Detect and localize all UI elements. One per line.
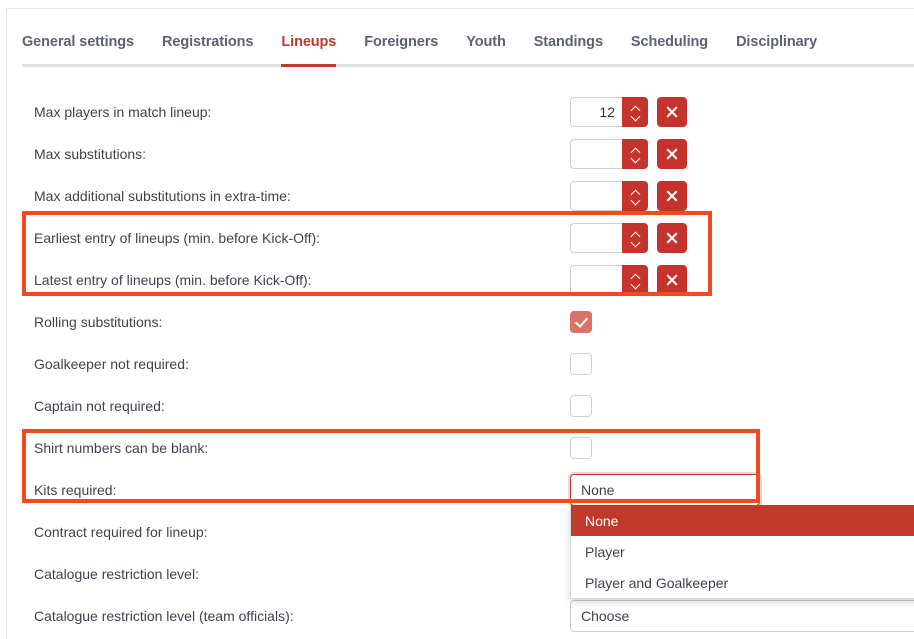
row-control <box>570 395 592 417</box>
row-control: Choose <box>570 600 914 632</box>
row-control <box>570 353 592 375</box>
checkbox[interactable] <box>570 311 592 333</box>
row-control <box>570 223 687 253</box>
tab-registrations[interactable]: Registrations <box>152 28 271 52</box>
number-input[interactable] <box>570 97 622 127</box>
clear-value-button[interactable] <box>657 223 687 253</box>
form-row: Max players in match lineup: <box>0 91 914 133</box>
clear-value-button[interactable] <box>657 265 687 295</box>
number-input[interactable] <box>570 139 622 169</box>
row-control <box>570 265 687 295</box>
row-label: Goalkeeper not required: <box>34 355 189 373</box>
tab-disciplinary[interactable]: Disciplinary <box>726 28 835 52</box>
chevron-up-icon[interactable] <box>631 232 640 237</box>
form-row: Earliest entry of lineups (min. before K… <box>0 217 914 259</box>
clear-value-button[interactable] <box>657 97 687 127</box>
number-spinner <box>570 181 648 211</box>
chevron-down-icon[interactable] <box>631 114 640 119</box>
form-row: Max additional substitutions in extra-ti… <box>0 175 914 217</box>
tab-foreigners[interactable]: Foreigners <box>354 28 456 52</box>
catalogue-restriction-officials-select[interactable]: Choose <box>570 600 914 632</box>
row-control <box>570 181 687 211</box>
tab-active-indicator <box>281 64 336 67</box>
number-spinner <box>570 223 648 253</box>
row-label: Max substitutions: <box>34 145 146 163</box>
checkbox[interactable] <box>570 353 592 375</box>
chevron-up-icon[interactable] <box>631 148 640 153</box>
tab-underline-track <box>22 64 914 67</box>
checkbox[interactable] <box>570 437 592 459</box>
row-label: Captain not required: <box>34 397 165 415</box>
form-row: Shirt numbers can be blank: <box>0 427 914 469</box>
kits-required-select[interactable]: None <box>570 474 760 506</box>
stepper-buttons[interactable] <box>622 223 648 253</box>
number-input[interactable] <box>570 223 622 253</box>
top-divider <box>6 8 914 9</box>
row-control <box>570 311 592 333</box>
chevron-down-icon[interactable] <box>631 198 640 203</box>
tab-lineups[interactable]: Lineups <box>271 28 354 52</box>
form-row: Rolling substitutions: <box>0 301 914 343</box>
stepper-buttons[interactable] <box>622 139 648 169</box>
row-control <box>570 97 687 127</box>
row-label: Max players in match lineup: <box>34 103 211 121</box>
chevron-up-icon[interactable] <box>631 106 640 111</box>
stepper-buttons[interactable] <box>622 181 648 211</box>
dropdown-option[interactable]: Player <box>571 536 914 567</box>
dropdown-option[interactable]: None <box>571 505 914 536</box>
tab-bar: General settingsRegistrationsLineupsFore… <box>22 28 914 72</box>
number-spinner <box>570 97 648 127</box>
number-input[interactable] <box>570 181 622 211</box>
form-row: Captain not required: <box>0 385 914 427</box>
tab-general-settings[interactable]: General settings <box>22 28 152 52</box>
row-label: Max additional substitutions in extra-ti… <box>34 187 291 205</box>
number-spinner <box>570 265 648 295</box>
row-label: Shirt numbers can be blank: <box>34 439 208 457</box>
settings-page: General settingsRegistrationsLineupsFore… <box>0 0 914 639</box>
checkbox[interactable] <box>570 395 592 417</box>
chevron-up-icon[interactable] <box>631 190 640 195</box>
clear-value-button[interactable] <box>657 181 687 211</box>
row-label: Catalogue restriction level (team offici… <box>34 607 294 625</box>
row-label: Earliest entry of lineups (min. before K… <box>34 229 320 247</box>
clear-value-button[interactable] <box>657 139 687 169</box>
row-label: Contract required for lineup: <box>34 523 208 541</box>
tab-scheduling[interactable]: Scheduling <box>621 28 726 52</box>
tab-youth[interactable]: Youth <box>456 28 524 52</box>
form-row: Latest entry of lineups (min. before Kic… <box>0 259 914 301</box>
row-control: None <box>570 474 760 506</box>
number-input[interactable] <box>570 265 622 295</box>
chevron-down-icon[interactable] <box>631 156 640 161</box>
row-control <box>570 437 592 459</box>
form-row: Max substitutions: <box>0 133 914 175</box>
stepper-buttons[interactable] <box>622 97 648 127</box>
row-label: Latest entry of lineups (min. before Kic… <box>34 271 312 289</box>
row-label: Catalogue restriction level: <box>34 565 199 583</box>
kits-required-dropdown-menu[interactable]: NonePlayerPlayer and Goalkeeper <box>570 505 914 599</box>
chevron-down-icon[interactable] <box>631 240 640 245</box>
dropdown-option[interactable]: Player and Goalkeeper <box>571 567 914 598</box>
form-row: Goalkeeper not required: <box>0 343 914 385</box>
form-row: Catalogue restriction level (team offici… <box>0 595 914 637</box>
row-control <box>570 139 687 169</box>
stepper-buttons[interactable] <box>622 265 648 295</box>
chevron-up-icon[interactable] <box>631 274 640 279</box>
chevron-down-icon[interactable] <box>631 282 640 287</box>
row-label: Rolling substitutions: <box>34 313 162 331</box>
row-label: Kits required: <box>34 481 116 499</box>
number-spinner <box>570 139 648 169</box>
tab-standings[interactable]: Standings <box>524 28 621 52</box>
